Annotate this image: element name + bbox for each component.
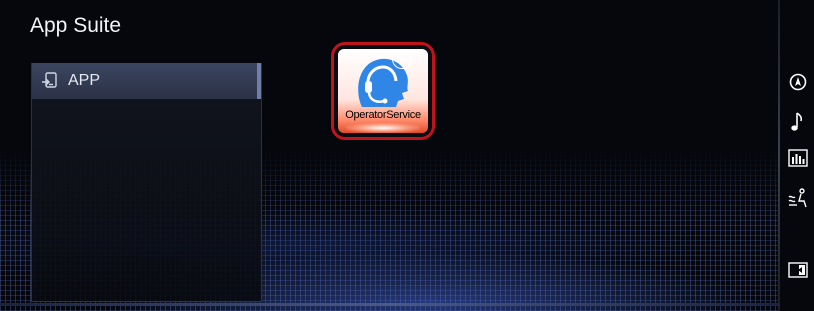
navigation-button[interactable]	[785, 70, 811, 94]
equalizer-icon	[788, 149, 808, 167]
screen-split-icon	[788, 262, 808, 278]
screen-split-button[interactable]	[785, 258, 811, 282]
sidebar: APP	[31, 63, 262, 302]
sidebar-item-label: APP	[68, 72, 101, 89]
navigation-icon	[789, 73, 807, 91]
equalizer-button[interactable]	[785, 146, 811, 170]
app-label: OperatorService	[345, 109, 421, 121]
app-suite-screen: App Suite APP OperatorService 1	[0, 0, 814, 311]
music-note-icon	[791, 112, 803, 131]
notification-badge: 1	[392, 49, 412, 69]
sidebar-item-app[interactable]: APP	[32, 63, 261, 99]
app-icon-glow	[346, 123, 420, 133]
app-download-icon	[40, 71, 60, 91]
right-rail-divider	[778, 0, 780, 311]
page-title: App Suite	[30, 14, 122, 37]
climate-button[interactable]	[785, 186, 811, 210]
bottom-accent-bar	[0, 303, 780, 306]
app-tile-operator-service[interactable]: OperatorService	[331, 42, 435, 140]
climate-seat-icon	[788, 188, 807, 208]
operator-service-app-icon[interactable]: OperatorService	[338, 49, 428, 133]
audio-button[interactable]	[785, 110, 811, 134]
